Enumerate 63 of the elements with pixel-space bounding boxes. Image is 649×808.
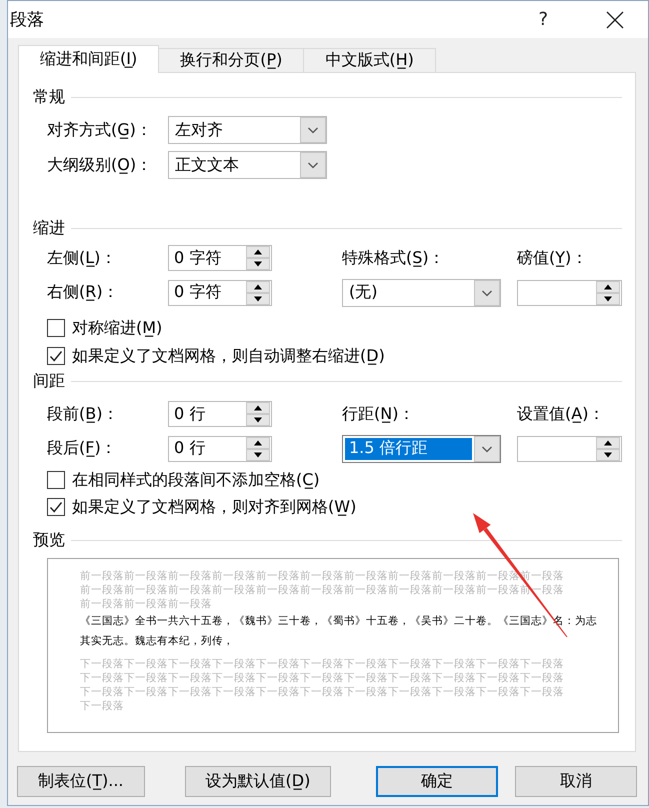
section-heading: 缩进 <box>33 218 65 238</box>
tab-stops-button[interactable]: 制表位(T̲)... <box>17 766 145 797</box>
checkbox[interactable] <box>47 471 65 489</box>
triangle-up-icon[interactable] <box>596 436 620 448</box>
spinner-field[interactable]: 0 行 <box>168 436 272 462</box>
triangle-up-icon[interactable] <box>246 402 270 414</box>
dropdown[interactable]: 左对齐 <box>168 116 327 144</box>
spinner-field[interactable] <box>517 280 622 306</box>
triangle-down-icon[interactable] <box>246 292 270 304</box>
triangle-down-icon[interactable] <box>246 258 270 270</box>
checkbox[interactable] <box>47 319 65 337</box>
triangle-up-icon[interactable] <box>246 436 270 448</box>
tab[interactable]: 中文版式(H̲) <box>303 48 436 72</box>
checkbox-label[interactable]: 如果定义了文档网格，则对齐到网格(W̲) <box>72 496 356 518</box>
field-label: 左侧(L̲)： <box>47 248 116 268</box>
field-label: 特殊格式(S̲)： <box>342 248 445 268</box>
window-title: 段落 <box>10 9 44 31</box>
ok-button[interactable]: 确定 <box>376 766 498 797</box>
triangle-up-icon[interactable] <box>246 246 270 258</box>
checkmark-icon <box>49 349 63 363</box>
dropdown[interactable]: (无) <box>342 278 501 306</box>
dropdown[interactable]: 正文文本 <box>168 151 327 179</box>
triangle-down-icon[interactable] <box>596 448 620 460</box>
section-heading: 预览 <box>33 530 65 550</box>
checkmark-icon <box>49 500 63 514</box>
checkbox-label[interactable]: 对称缩进(M̲) <box>72 318 162 338</box>
spinner-field[interactable] <box>517 436 622 462</box>
checkbox-label[interactable]: 如果定义了文档网格，则自动调整右缩进(D̲) <box>72 346 385 366</box>
sample-text-line: 其实无志。魏志有本纪，列传， <box>80 634 235 649</box>
triangle-up-icon[interactable] <box>596 280 620 292</box>
triangle-down-icon[interactable] <box>596 292 620 304</box>
close-icon[interactable] <box>606 10 624 28</box>
checkbox[interactable] <box>47 498 65 516</box>
field-label: 磅值(Y̲)： <box>517 248 588 268</box>
spinner-field[interactable]: 0 字符 <box>168 245 272 271</box>
checkbox[interactable] <box>47 347 65 365</box>
dropdown[interactable]: 1.5 倍行距 <box>342 434 501 462</box>
following-paragraph-line: 下一段落下一段落下一段落下一段落下一段落下一段落下一段落下一段落下一段落下一段落下一段落 <box>80 671 565 685</box>
cancel-button[interactable]: 取消 <box>515 766 637 797</box>
field-label: 行距(N̲)： <box>342 404 414 424</box>
following-paragraph-line: 下一段落下一段落下一段落下一段落下一段落下一段落下一段落下一段落下一段落下一段落下一段落 <box>80 685 565 699</box>
triangle-up-icon[interactable] <box>246 280 270 292</box>
triangle-down-icon[interactable] <box>246 414 270 426</box>
following-paragraph-line: 下一段落 <box>80 699 125 713</box>
spinner-field[interactable]: 0 行 <box>168 401 272 427</box>
preceding-paragraph-line: 前一段落前一段落前一段落 <box>80 597 213 611</box>
triangle-down-icon[interactable] <box>246 448 270 460</box>
field-label: 段前(B̲)： <box>47 404 118 424</box>
checkbox-label[interactable]: 在相同样式的段落间不添加空格(C̲) <box>72 470 320 490</box>
section-heading: 间距 <box>33 370 65 392</box>
help-button[interactable]: ? <box>532 8 554 30</box>
following-paragraph-line: 下一段落下一段落下一段落下一段落下一段落下一段落下一段落下一段落下一段落下一段落下一段落 <box>80 657 565 671</box>
field-label: 右侧(R̲)： <box>47 282 119 303</box>
section-heading: 常规 <box>33 86 65 108</box>
field-label: 设置值(A̲)： <box>517 404 604 424</box>
tab[interactable]: 换行和分页(P̲) <box>158 48 304 72</box>
spinner-field[interactable]: 0 字符 <box>168 280 272 306</box>
field-label: 段后(F̲)： <box>47 438 117 459</box>
field-label: 大纲级别(O̲)： <box>47 154 152 176</box>
field-label: 对齐方式(G̲)： <box>47 120 152 140</box>
chevron-down-icon[interactable] <box>474 436 500 462</box>
set-default-button[interactable]: 设为默认值(D̲) <box>184 766 332 797</box>
tab[interactable]: 缩进和间距(I̲) <box>18 45 160 73</box>
